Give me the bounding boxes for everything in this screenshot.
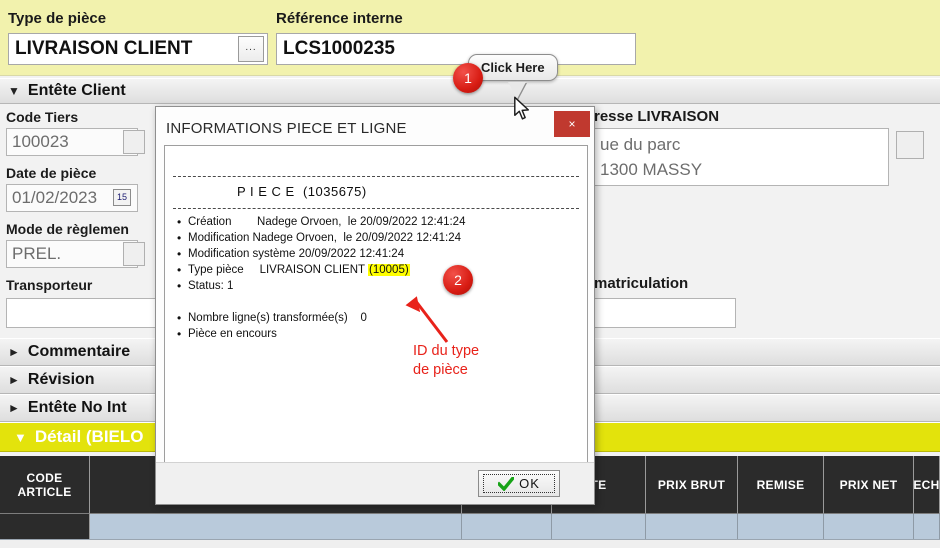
ok-button-inner: OK: [483, 474, 555, 493]
status-line: Status: 1: [188, 280, 233, 292]
triangle-down-icon: ▼: [8, 84, 20, 98]
table-row[interactable]: [738, 513, 824, 539]
table-row[interactable]: [462, 513, 552, 539]
grid-column-header-prix-brut[interactable]: PRIX BRUT: [646, 456, 738, 513]
list-item: • Création Nadege Orvoen, le 20/09/2022 …: [177, 216, 465, 229]
adresse-line-1: ue du parc: [600, 135, 680, 154]
creation-line: Création Nadege Orvoen, le 20/09/2022 12…: [188, 216, 465, 228]
list-item: • Modification Nadege Orvoen, le 20/09/2…: [177, 232, 461, 245]
transporteur-input[interactable]: [6, 298, 156, 328]
grid-column-header-ech[interactable]: ECH: [914, 456, 940, 513]
step-badge-1: 1: [453, 63, 483, 93]
triangle-right-icon: ►: [8, 373, 20, 387]
table-row[interactable]: [90, 513, 462, 539]
list-item: • Type pièce LIVRAISON CLIENT (10005): [177, 264, 410, 277]
bullet-icon: •: [177, 216, 188, 229]
type-de-piece-input[interactable]: LIVRAISON CLIENT: [8, 33, 268, 65]
mode-de-reglement-lookup-button[interactable]: [123, 242, 145, 266]
modification-systeme-line: Modification système 20/09/2022 12:41:24: [188, 248, 404, 260]
table-row[interactable]: [646, 513, 738, 539]
type-piece-id-highlight: (10005): [368, 264, 410, 276]
list-item: • Modification système 20/09/2022 12:41:…: [177, 248, 404, 261]
triangle-right-icon: ►: [8, 401, 20, 415]
section-title-revision: Révision: [28, 371, 95, 389]
bullet-icon: •: [177, 232, 188, 245]
list-item: • Pièce en encours: [177, 328, 277, 341]
triangle-right-icon: ►: [8, 345, 20, 359]
informations-piece-dialog: INFORMATIONS PIECE ET LIGNE × P I E C E …: [155, 106, 595, 505]
type-piece-line: Type pièce LIVRAISON CLIENT: [188, 264, 368, 276]
nombre-lignes-line: Nombre ligne(s) transformée(s) 0: [188, 312, 367, 324]
mode-de-reglement-label: Mode de règlemen: [6, 221, 129, 237]
table-row[interactable]: [552, 513, 646, 539]
grid-column-header-code-article[interactable]: CODE ARTICLE: [0, 456, 90, 513]
dialog-content-area: P I E C E (1035675) • Création Nadege Or…: [164, 145, 588, 463]
grid-column-header-prix-net[interactable]: PRIX NET: [824, 456, 914, 513]
reference-interne-label: Référence interne: [276, 10, 403, 27]
reference-interne-input[interactable]: LCS1000235: [276, 33, 636, 65]
mouse-cursor-icon: [513, 96, 531, 122]
close-icon[interactable]: ×: [554, 111, 590, 137]
bullet-icon: •: [177, 264, 188, 277]
piece-en-encours-line: Pièce en encours: [188, 328, 277, 340]
divider-bottom: [173, 208, 579, 209]
section-title-entete-client: Entête Client: [28, 82, 126, 100]
adresse-line-2: 1300 MASSY: [600, 160, 702, 179]
code-tiers-lookup-button[interactable]: [123, 130, 145, 154]
piece-heading: P I E C E (1035675): [237, 184, 367, 199]
ok-button-label: OK: [519, 476, 540, 491]
section-title-commentaire: Commentaire: [28, 343, 130, 361]
checkmark-icon: [498, 477, 514, 491]
code-tiers-input[interactable]: 100023: [6, 128, 138, 156]
red-annotation-text: ID du type de pièce: [413, 342, 479, 380]
list-item: • Status: 1: [177, 280, 233, 293]
section-title-entete-no-int: Entête No Int: [28, 399, 127, 417]
application-window: Type de pièce LIVRAISON CLIENT ... Référ…: [0, 0, 940, 548]
type-de-piece-label: Type de pièce: [8, 10, 106, 27]
step-badge-2: 2: [443, 265, 473, 295]
section-title-detail: Détail (BIELO: [35, 427, 144, 447]
bullet-icon: •: [177, 248, 188, 261]
immatriculation-input[interactable]: [594, 298, 736, 328]
transporteur-label: Transporteur: [6, 277, 92, 293]
adresse-livraison-lookup-button[interactable]: [896, 131, 924, 159]
bullet-icon: •: [177, 328, 188, 341]
bullet-icon: •: [177, 280, 188, 293]
divider-top: [173, 176, 579, 177]
table-row[interactable]: [824, 513, 914, 539]
table-row[interactable]: [914, 513, 940, 539]
dialog-title: INFORMATIONS PIECE ET LIGNE: [166, 120, 407, 137]
immatriculation-label: matriculation: [594, 275, 688, 292]
adresse-livraison-label: resse LIVRAISON: [594, 108, 719, 125]
grid-column-header-remise[interactable]: REMISE: [738, 456, 824, 513]
calendar-icon[interactable]: 15: [113, 189, 131, 206]
table-row[interactable]: [0, 513, 90, 539]
type-de-piece-browse-button[interactable]: ...: [238, 36, 264, 62]
grid-footer: [0, 539, 940, 548]
dialog-footer: OK: [156, 462, 594, 504]
list-item: • Nombre ligne(s) transformée(s) 0: [177, 312, 367, 325]
modification-line: Modification Nadege Orvoen, le 20/09/202…: [188, 232, 461, 244]
ok-button[interactable]: OK: [478, 470, 560, 497]
date-de-piece-label: Date de pièce: [6, 165, 96, 181]
triangle-down-icon: ▼: [14, 430, 27, 445]
bullet-icon: •: [177, 312, 188, 325]
adresse-livraison-textarea[interactable]: ue du parc 1300 MASSY: [594, 128, 889, 186]
red-arrow-icon: [405, 294, 453, 346]
mode-de-reglement-input[interactable]: PREL.: [6, 240, 138, 268]
code-tiers-label: Code Tiers: [6, 109, 78, 125]
